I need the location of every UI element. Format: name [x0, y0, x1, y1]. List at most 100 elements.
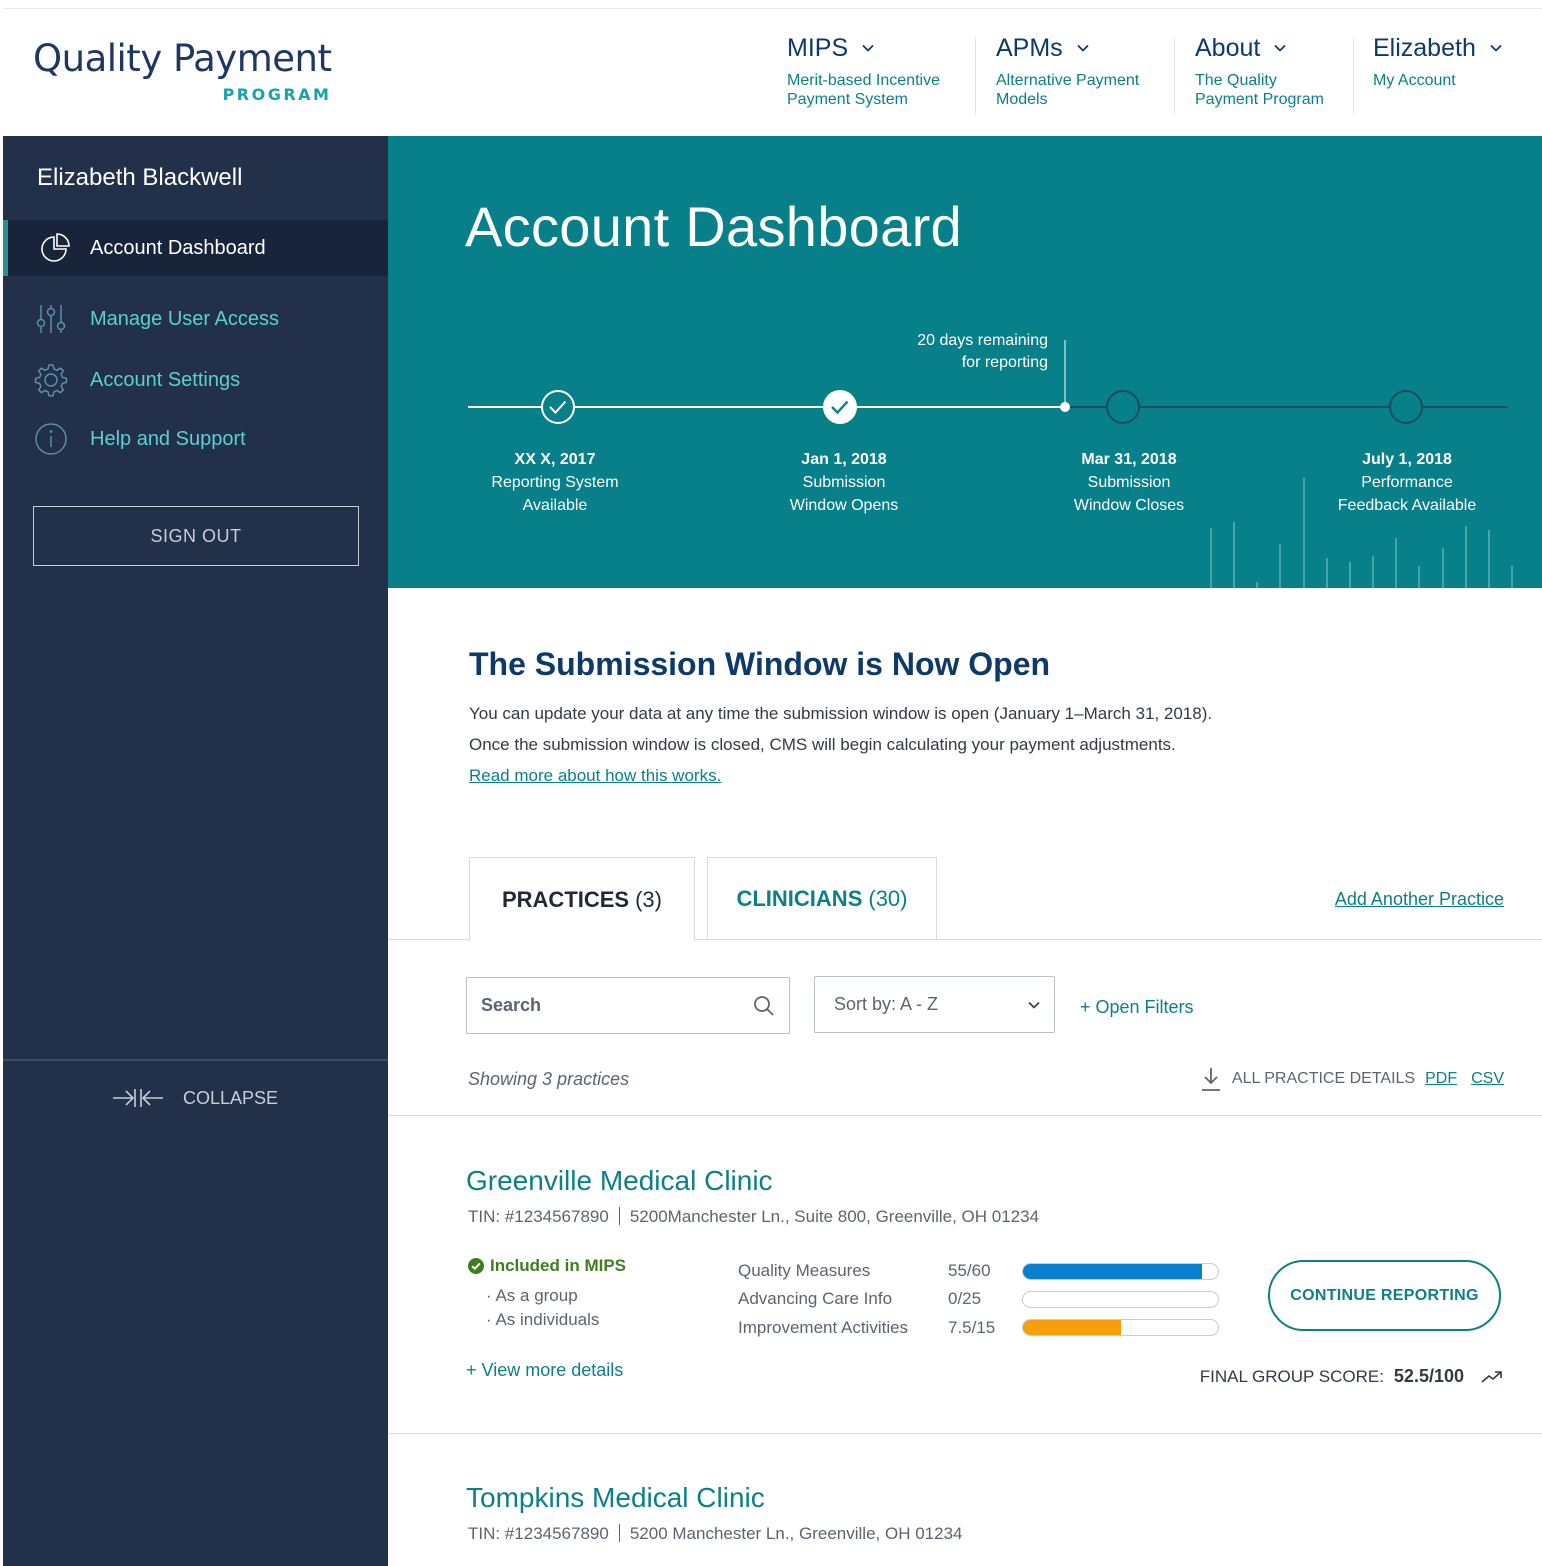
- nav-apms[interactable]: APMs Alternative Payment Models: [996, 33, 1139, 113]
- download-icon: [1201, 1068, 1220, 1091]
- metric-value-quality: 55/60: [948, 1261, 991, 1280]
- mips-status-text: Included in MIPS: [490, 1256, 627, 1275]
- status-item-text: As individuals: [495, 1310, 600, 1329]
- nav-mips-sub1: Merit-based Incentive: [787, 72, 940, 89]
- search-input[interactable]: [481, 995, 741, 1016]
- milestone-line1: Reporting System: [491, 474, 619, 491]
- nav-account-sub1: My Account: [1373, 72, 1456, 89]
- read-more-link[interactable]: Read more about how this works.: [469, 766, 721, 785]
- nav-divider: [1353, 37, 1354, 115]
- view-more-details-link[interactable]: + View more details: [466, 1360, 623, 1381]
- nav-about-title: About: [1195, 34, 1261, 62]
- sidebar: Elizabeth Blackwell Account Dashboard Ma…: [3, 136, 388, 1566]
- tab-practices-count: (3): [635, 886, 662, 912]
- tab-clinicians[interactable]: CLINICIANS (30): [707, 857, 937, 940]
- timeline-today-dot: [1060, 402, 1070, 412]
- tab-practices-label: PRACTICES: [501, 886, 630, 912]
- metric-value-improvement: 7.5/15: [948, 1318, 996, 1337]
- metric-label-quality: Quality Measures: [738, 1261, 871, 1280]
- tab-clinicians-label: CLINICIANS: [736, 886, 863, 911]
- metric-value-advancing-care: 0/25: [948, 1289, 982, 1308]
- nav-apms-sub1: Alternative Payment: [996, 72, 1140, 89]
- gear-icon: [34, 364, 68, 397]
- list-divider: [388, 1115, 1542, 1116]
- nav-mips-sub2: Payment System: [787, 91, 908, 108]
- main-content: The Submission Window is Now Open You ca…: [388, 588, 1542, 1566]
- sidebar-item-label: Account Settings: [90, 368, 241, 391]
- sidebar-item-label: Help and Support: [90, 427, 246, 450]
- pie-chart-icon: [41, 233, 70, 262]
- practice-name-link[interactable]: Greenville Medical Clinic: [466, 1165, 773, 1197]
- milestone-1: XX X, 2017 Reporting System Available: [455, 448, 655, 517]
- search-box: [466, 977, 790, 1034]
- info-icon: [35, 423, 67, 455]
- qpp-logo[interactable]: Quality Payment PROGRAM: [33, 37, 332, 105]
- progress-bar-advancing-care: [1022, 1291, 1219, 1308]
- progress-bar-quality: [1022, 1263, 1219, 1280]
- sort-select-value: Sort by: A - Z: [834, 994, 939, 1014]
- tab-practices[interactable]: PRACTICES (3): [469, 857, 695, 941]
- sort-select[interactable]: Sort by: A - Z: [814, 976, 1055, 1033]
- milestone-line1: Performance: [1361, 474, 1453, 491]
- status-item: · As a group: [486, 1286, 578, 1305]
- nav-account[interactable]: Elizabeth My Account: [1373, 33, 1502, 113]
- continue-reporting-button[interactable]: CONTINUE REPORTING: [1268, 1260, 1501, 1331]
- collapse-button[interactable]: COLLAPSE: [111, 1086, 278, 1110]
- add-another-practice-link[interactable]: Add Another Practice: [1335, 889, 1504, 910]
- nav-about-sub1: The Quality: [1195, 72, 1277, 89]
- export-pdf-link[interactable]: PDF: [1425, 1070, 1457, 1088]
- check-circle-icon: [468, 1258, 484, 1274]
- chevron-down-icon: [1077, 44, 1089, 52]
- progress-fill: [1023, 1320, 1121, 1335]
- tab-clinicians-count: (30): [868, 886, 908, 911]
- milestone-1-check-icon: [541, 390, 575, 424]
- milestone-line2: Window Opens: [789, 497, 899, 514]
- site-header: Quality Payment PROGRAM MIPS Merit-based…: [3, 8, 1542, 136]
- milestone-line1: Submission: [802, 474, 886, 491]
- metric-label-advancing-care: Advancing Care Info: [738, 1289, 893, 1308]
- export-label: ALL PRACTICE DETAILS: [1231, 1070, 1416, 1087]
- export-all-details: ALL PRACTICE DETAILS PDF CSV: [1200, 1066, 1504, 1092]
- submission-window-text: You can update your data at any time the…: [469, 704, 1213, 754]
- nav-mips[interactable]: MIPS Merit-based Incentive Payment System: [787, 33, 940, 113]
- milestone-date: Mar 31, 2018: [1081, 451, 1177, 468]
- chevron-down-icon: [1274, 44, 1286, 52]
- nav-about-sub2: Payment Program: [1195, 91, 1324, 108]
- logo-sub-text: PROGRAM: [222, 85, 332, 104]
- milestone-line2: Window Closes: [1073, 497, 1185, 514]
- chevron-down-icon: [862, 44, 874, 52]
- sidebar-item-account-settings[interactable]: Account Settings: [3, 352, 388, 408]
- milestone-line2: Feedback Available: [1337, 497, 1477, 514]
- collapse-label: COLLAPSE: [183, 1087, 279, 1108]
- milestone-line2: Available: [522, 497, 588, 514]
- nav-account-title: Elizabeth: [1373, 34, 1476, 62]
- final-score-label: FINAL GROUP SCORE:: [1199, 1366, 1384, 1386]
- submission-window-body: You can update your data at any time the…: [469, 698, 1219, 791]
- logo-main-text: Quality Payment: [33, 37, 332, 80]
- status-item: · As individuals: [486, 1310, 600, 1329]
- chevron-down-icon: [1490, 44, 1502, 52]
- sidebar-item-account-dashboard[interactable]: Account Dashboard: [3, 220, 388, 276]
- nav-about[interactable]: About The Quality Payment Program: [1195, 33, 1324, 113]
- export-csv-link[interactable]: CSV: [1471, 1070, 1504, 1088]
- practice-name-link[interactable]: Tompkins Medical Clinic: [466, 1482, 765, 1514]
- nav-divider: [1174, 37, 1175, 115]
- milestone-date: XX X, 2017: [514, 451, 596, 468]
- list-divider: [388, 1433, 1542, 1434]
- search-icon[interactable]: [753, 995, 775, 1017]
- practice-address: 5200 Manchester Ln., Greenville, OH 0123…: [629, 1524, 963, 1543]
- trend-up-icon: [1481, 1370, 1502, 1383]
- showing-count: Showing 3 practices: [468, 1069, 630, 1089]
- sidebar-item-manage-user-access[interactable]: Manage User Access: [3, 291, 388, 347]
- sign-out-button[interactable]: SIGN OUT: [33, 506, 359, 566]
- collapse-arrows-icon: [113, 1089, 163, 1107]
- progress-bar-improvement: [1022, 1319, 1219, 1336]
- chevron-down-icon: [1028, 1001, 1040, 1009]
- sliders-icon: [36, 305, 66, 333]
- nav-apms-sub2: Models: [996, 91, 1048, 108]
- open-filters-link[interactable]: + Open Filters: [1080, 997, 1194, 1018]
- practice-tin: TIN: #1234567890: [468, 1207, 609, 1226]
- practice-address: 5200Manchester Ln., Suite 800, Greenvill…: [629, 1207, 1040, 1226]
- milestone-date: July 1, 2018: [1362, 451, 1452, 468]
- sidebar-item-help-and-support[interactable]: Help and Support: [3, 411, 388, 467]
